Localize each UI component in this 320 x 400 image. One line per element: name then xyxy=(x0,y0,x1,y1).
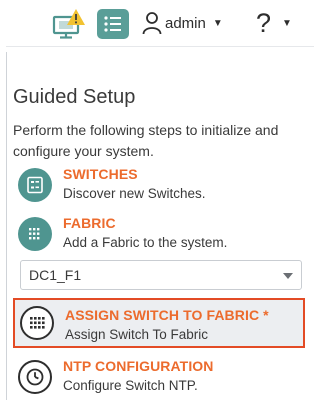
switch-icon xyxy=(18,168,52,202)
fabric-grid-icon xyxy=(18,217,52,251)
step-title: ASSIGN SWITCH TO FABRIC * xyxy=(65,307,269,323)
step-fabric[interactable]: FABRIC Add a Fabric to the system. xyxy=(13,214,308,256)
step-description: Discover new Switches. xyxy=(63,186,206,201)
step-title: FABRIC xyxy=(63,215,116,231)
fabric-grid-icon xyxy=(20,306,54,340)
help-menu[interactable]: ? ▼ xyxy=(256,8,292,38)
step-assign-switch-to-fabric[interactable]: ASSIGN SWITCH TO FABRIC * Assign Switch … xyxy=(13,298,305,348)
top-bar: admin ▼ ? ▼ xyxy=(0,0,314,46)
monitor-warning-icon xyxy=(52,9,85,39)
step-title: NTP CONFIGURATION xyxy=(63,358,214,374)
chevron-down-icon xyxy=(283,273,293,279)
step-description: Configure Switch NTP. xyxy=(63,378,198,393)
step-switches[interactable]: SWITCHES Discover new Switches. xyxy=(13,165,308,207)
user-name: admin xyxy=(165,14,206,32)
help-icon: ? xyxy=(256,8,272,38)
step-description: Add a Fabric to the system. xyxy=(63,235,228,250)
clock-icon xyxy=(18,360,52,394)
chevron-down-icon: ▼ xyxy=(282,17,292,29)
page-title: Guided Setup xyxy=(13,86,136,108)
user-menu[interactable]: admin ▼ xyxy=(142,10,223,36)
header-divider xyxy=(6,46,314,47)
task-list-button[interactable] xyxy=(97,9,129,39)
list-icon xyxy=(104,16,121,32)
panel-left-border xyxy=(6,52,7,400)
chevron-down-icon: ▼ xyxy=(212,17,223,29)
step-ntp-configuration[interactable]: NTP CONFIGURATION Configure Switch NTP. xyxy=(13,357,308,399)
user-icon xyxy=(142,12,162,35)
step-description: Assign Switch To Fabric xyxy=(65,327,209,342)
step-title: SWITCHES xyxy=(63,166,138,182)
alerts-monitor-button[interactable] xyxy=(52,8,86,40)
intro-text: Perform the following steps to initializ… xyxy=(13,122,279,159)
fabric-select-value: DC1_F1 xyxy=(29,267,82,283)
fabric-select[interactable]: DC1_F1 xyxy=(20,260,302,290)
